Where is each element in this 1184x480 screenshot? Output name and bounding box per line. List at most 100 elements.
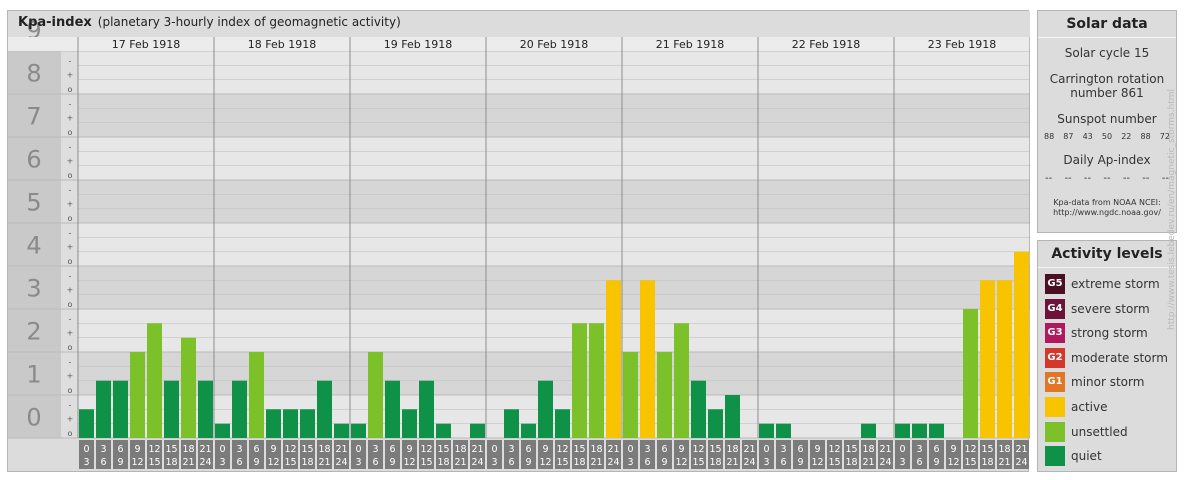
kp-bar [725,395,740,438]
interval-end: 6 [780,457,786,468]
interval-end: 12 [811,457,823,468]
interval-start: 3 [508,444,514,455]
interval-end: 12 [131,457,143,468]
interval-start: 15 [573,444,585,455]
interval-end: 18 [301,457,313,468]
interval-start: 12 [828,444,840,455]
kp-bar [623,352,638,438]
kp-bar [198,380,213,438]
y-tick-label: 6 [26,146,41,174]
legend-label: unsettled [1071,424,1128,439]
interval-start: 3 [236,444,242,455]
legend-swatch [1045,421,1065,442]
y-tick-label: 2 [26,318,41,346]
interval-end: 9 [117,457,123,468]
data-source-link[interactable]: http://www.ngdc.noaa.gov/ [1038,208,1176,218]
interval-end: 21 [318,457,330,468]
interval-end: 24 [199,457,211,468]
kp-bar [368,352,383,438]
kp-bar [130,352,145,438]
interval-start: 15 [845,444,857,455]
kp-bar [232,380,247,438]
kp-bar [708,409,723,438]
data-source-line1: Kpa-data from NOAA NCEI: [1053,198,1161,207]
kp-bar [572,323,587,438]
sunspot-value: 43 [1082,132,1093,141]
interval-end: 3 [627,457,633,468]
day-label: 20 Feb 1918 [520,38,588,51]
y-subtick-label: + [67,243,74,252]
interval-end: 15 [284,457,296,468]
y-band [8,223,1030,266]
kp-bar [215,423,230,438]
interval-start: 12 [284,444,296,455]
y-band [8,51,1030,94]
interval-end: 6 [916,457,922,468]
interval-end: 6 [372,457,378,468]
y-tick-label: 0 [26,404,41,432]
ap-value: -- [1142,173,1150,184]
legend-item-extreme-storm: G5 extreme storm [1045,274,1160,294]
legend-label: active [1071,400,1108,414]
interval-start: 12 [692,444,704,455]
y-band [8,266,1030,309]
day-label: 22 Feb 1918 [792,38,860,51]
y-band [8,137,1030,180]
kp-bar [657,352,672,438]
interval-start: 0 [763,444,769,455]
kp-bar [861,423,876,438]
kp-bar [912,423,927,438]
carrington-line2: number 861 [1070,86,1144,100]
interval-end: 15 [148,457,160,468]
kp-bar [419,380,434,438]
interval-end: 18 [573,457,585,468]
interval-start: 9 [134,444,140,455]
interval-start: 6 [933,444,939,455]
interval-end: 6 [100,457,106,468]
interval-start: 0 [491,444,497,455]
interval-start: 15 [437,444,449,455]
chart-subtitle: (planetary 3-hourly index of geomagnetic… [97,15,401,29]
solar-cycle: Solar cycle 15 [1064,46,1150,60]
interval-start: 12 [148,444,160,455]
legend-swatch: G5 [1045,274,1065,294]
interval-start: 21 [335,444,347,455]
y-subtick-label: - [69,400,72,409]
y-tick-label: 5 [26,189,41,217]
interval-start: 0 [219,444,225,455]
interval-end: 12 [403,457,415,468]
kp-bar [963,309,978,438]
chart-title-main: Kpa-index [18,15,92,30]
y-subtick-label: + [67,415,74,424]
kp-bar [470,423,485,438]
interval-start: 15 [709,444,721,455]
interval-end: 9 [389,457,395,468]
y-subtick-label: o [68,300,73,309]
interval-end: 24 [1015,457,1027,468]
y-tick-label: 7 [26,103,41,131]
interval-start: 6 [525,444,531,455]
y-subtick-label: - [69,99,72,108]
interval-end: 3 [899,457,905,468]
y-subtick-label: o [68,214,73,223]
interval-start: 0 [899,444,905,455]
interval-start: 3 [100,444,106,455]
y-subtick-label: o [68,128,73,137]
sunspot-value: 22 [1121,132,1132,141]
day-label: 18 Feb 1918 [248,38,316,51]
interval-start: 21 [743,444,755,455]
kp-bar [266,409,281,438]
interval-end: 3 [491,457,497,468]
interval-start: 21 [607,444,619,455]
legend-label: strong storm [1071,326,1148,341]
interval-end: 9 [525,457,531,468]
y-tick-label: 4 [26,232,41,260]
kp-bar [929,423,944,438]
sunspot-value: 87 [1063,132,1074,141]
legend-swatch [1045,446,1065,467]
kp-bar [249,352,264,438]
legend-label: quiet [1071,449,1102,464]
ap-value: -- [1064,173,1072,184]
interval-start: 9 [950,444,956,455]
legend-item-moderate-storm: G2 moderate storm [1045,347,1168,368]
